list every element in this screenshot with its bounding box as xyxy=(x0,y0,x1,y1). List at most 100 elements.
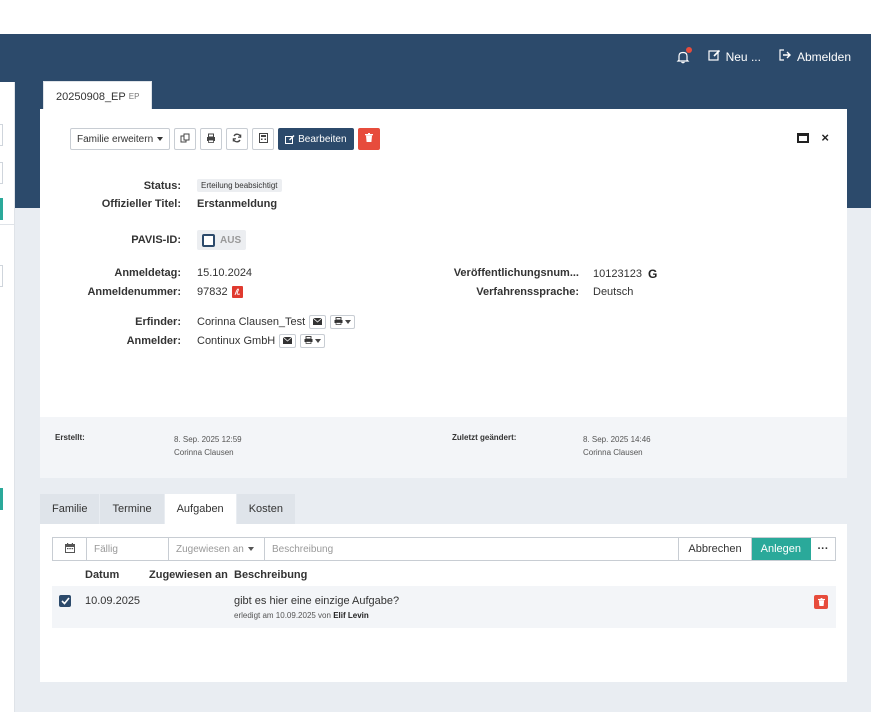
pub-number-value: 10123123 G xyxy=(593,267,657,281)
calendar-icon xyxy=(64,542,75,556)
status-badge: Erteilung beabsichtigt xyxy=(197,179,282,192)
delete-task-button[interactable] xyxy=(814,595,828,609)
title-value: Erstanmeldung xyxy=(197,198,278,210)
bell-icon xyxy=(676,46,692,64)
google-patents-icon[interactable]: G xyxy=(648,267,657,281)
task-description: gibt es hier eine einzige Aufgabe? xyxy=(234,595,400,607)
task-done-checkbox[interactable] xyxy=(59,595,71,607)
delete-button[interactable] xyxy=(357,128,380,150)
envelope-icon xyxy=(312,316,323,328)
envelope-icon xyxy=(282,335,293,347)
tab-family[interactable]: Familie xyxy=(40,494,100,524)
notifications-button[interactable] xyxy=(676,46,692,64)
inventor-name: Corinna Clausen_Test xyxy=(197,316,306,328)
app-number-value: 97832 xyxy=(197,286,243,298)
more-options-button[interactable]: ··· xyxy=(811,538,835,560)
task-done-by: Elif Levin xyxy=(333,611,369,620)
edit-label: Bearbeiten xyxy=(298,133,347,145)
applicant-label: Anmelder: xyxy=(126,335,181,347)
record-panel: Familie erweitern Bearbeiten × Status: E… xyxy=(40,109,847,417)
logout-icon xyxy=(779,49,792,64)
applicant-email-button[interactable] xyxy=(279,334,297,348)
changed-info: 8. Sep. 2025 14:46 Corinna Clausen xyxy=(583,433,651,459)
inventor-email-button[interactable] xyxy=(309,315,327,329)
copy-icon xyxy=(180,133,190,146)
task-date: 10.09.2025 xyxy=(85,595,141,607)
refresh-icon xyxy=(232,133,242,146)
assignee-select[interactable]: Zugewiesen an xyxy=(169,538,265,560)
task-done-prefix: erledigt am 10.09.2025 von xyxy=(234,611,331,620)
record-tab-title: 20250908_EP xyxy=(56,90,126,103)
sidebar-edge-active[interactable] xyxy=(0,198,3,220)
tab-costs[interactable]: Kosten xyxy=(236,494,295,524)
logout-button[interactable]: Abmelden xyxy=(779,49,851,64)
inventor-value: Corinna Clausen_Test xyxy=(197,315,356,329)
due-date-input[interactable]: Fällig xyxy=(87,538,169,560)
print-button[interactable] xyxy=(200,128,223,150)
refresh-button[interactable] xyxy=(226,128,249,150)
created-info: 8. Sep. 2025 12:59 Corinna Clausen xyxy=(174,433,242,459)
caret-down-icon xyxy=(315,339,322,343)
copy-button[interactable] xyxy=(174,128,197,150)
calculator-icon xyxy=(258,132,268,146)
changed-date: 8. Sep. 2025 14:46 xyxy=(583,435,651,444)
caret-down-icon xyxy=(157,137,164,141)
pavis-toggle-label: AUS xyxy=(220,234,242,246)
col-header-date[interactable]: Datum xyxy=(85,569,119,581)
pavis-toggle[interactable]: AUS xyxy=(197,230,247,250)
trash-icon xyxy=(817,595,825,609)
col-header-description[interactable]: Beschreibung xyxy=(234,569,307,581)
applicant-name: Continux GmbH xyxy=(197,335,276,347)
edit-icon xyxy=(707,49,721,64)
col-header-assigned[interactable]: Zugewiesen an xyxy=(149,569,228,581)
inventor-label: Erfinder: xyxy=(135,316,181,328)
calculator-button[interactable] xyxy=(252,128,275,150)
left-sidebar-edge xyxy=(0,82,15,712)
cancel-button[interactable]: Abbrechen xyxy=(679,538,752,560)
tasks-panel: Fällig Zugewiesen an Beschreibung Abbrec… xyxy=(40,524,847,682)
trash-icon xyxy=(364,133,373,145)
caret-down-icon xyxy=(247,547,254,551)
language-value: Deutsch xyxy=(593,286,634,298)
print-icon xyxy=(304,335,313,347)
created-by: Corinna Clausen xyxy=(174,448,234,457)
sidebar-edge-box[interactable] xyxy=(0,162,3,184)
record-toolbar: Familie erweitern Bearbeiten xyxy=(70,128,380,150)
pavis-label: PAVIS-ID: xyxy=(131,234,181,246)
create-task-button[interactable]: Anlegen xyxy=(751,538,811,560)
tab-dates[interactable]: Termine xyxy=(100,494,164,524)
family-expand-dropdown[interactable]: Familie erweitern xyxy=(70,128,171,150)
notification-dot xyxy=(685,46,692,53)
caret-down-icon xyxy=(345,320,352,324)
pavis-value: AUS xyxy=(197,230,247,250)
new-button[interactable]: Neu ... xyxy=(707,49,761,64)
app-number-text: 97832 xyxy=(197,286,228,298)
close-icon[interactable]: × xyxy=(821,130,829,145)
print-icon xyxy=(206,133,216,146)
task-done-info: erledigt am 10.09.2025 von Elif Levin xyxy=(234,611,369,620)
status-value: Erteilung beabsichtigt xyxy=(197,179,282,192)
table-row: 10.09.2025 gibt es hier eine einzige Auf… xyxy=(52,586,836,628)
calendar-button[interactable] xyxy=(53,538,87,560)
record-tab[interactable]: 20250908_EP EP xyxy=(43,81,153,111)
sidebar-edge-divider xyxy=(0,224,15,225)
edit-icon xyxy=(285,134,295,144)
description-input[interactable]: Beschreibung xyxy=(265,538,680,560)
changed-label: Zuletzt geändert: xyxy=(452,433,517,442)
pdf-icon[interactable] xyxy=(231,286,243,298)
maximize-icon[interactable] xyxy=(797,133,809,143)
language-label: Verfahrenssprache: xyxy=(476,286,579,298)
sidebar-edge-box[interactable] xyxy=(0,265,3,287)
detail-tabs: Familie Termine Aufgaben Kosten xyxy=(40,494,296,524)
sidebar-edge-active[interactable] xyxy=(0,488,3,510)
filing-date-label: Anmeldetag: xyxy=(114,267,181,279)
logout-label: Abmelden xyxy=(796,49,851,64)
edit-button[interactable]: Bearbeiten xyxy=(278,128,354,150)
applicant-print-dropdown[interactable] xyxy=(300,334,326,348)
app-number-label: Anmeldenummer: xyxy=(87,286,181,298)
changed-by: Corinna Clausen xyxy=(583,448,643,457)
inventor-print-dropdown[interactable] xyxy=(330,315,356,329)
tab-tasks[interactable]: Aufgaben xyxy=(164,494,236,524)
sidebar-edge-box[interactable] xyxy=(0,124,3,146)
detail-tabs-area: Familie Termine Aufgaben Kosten Fällig Z… xyxy=(40,478,847,682)
